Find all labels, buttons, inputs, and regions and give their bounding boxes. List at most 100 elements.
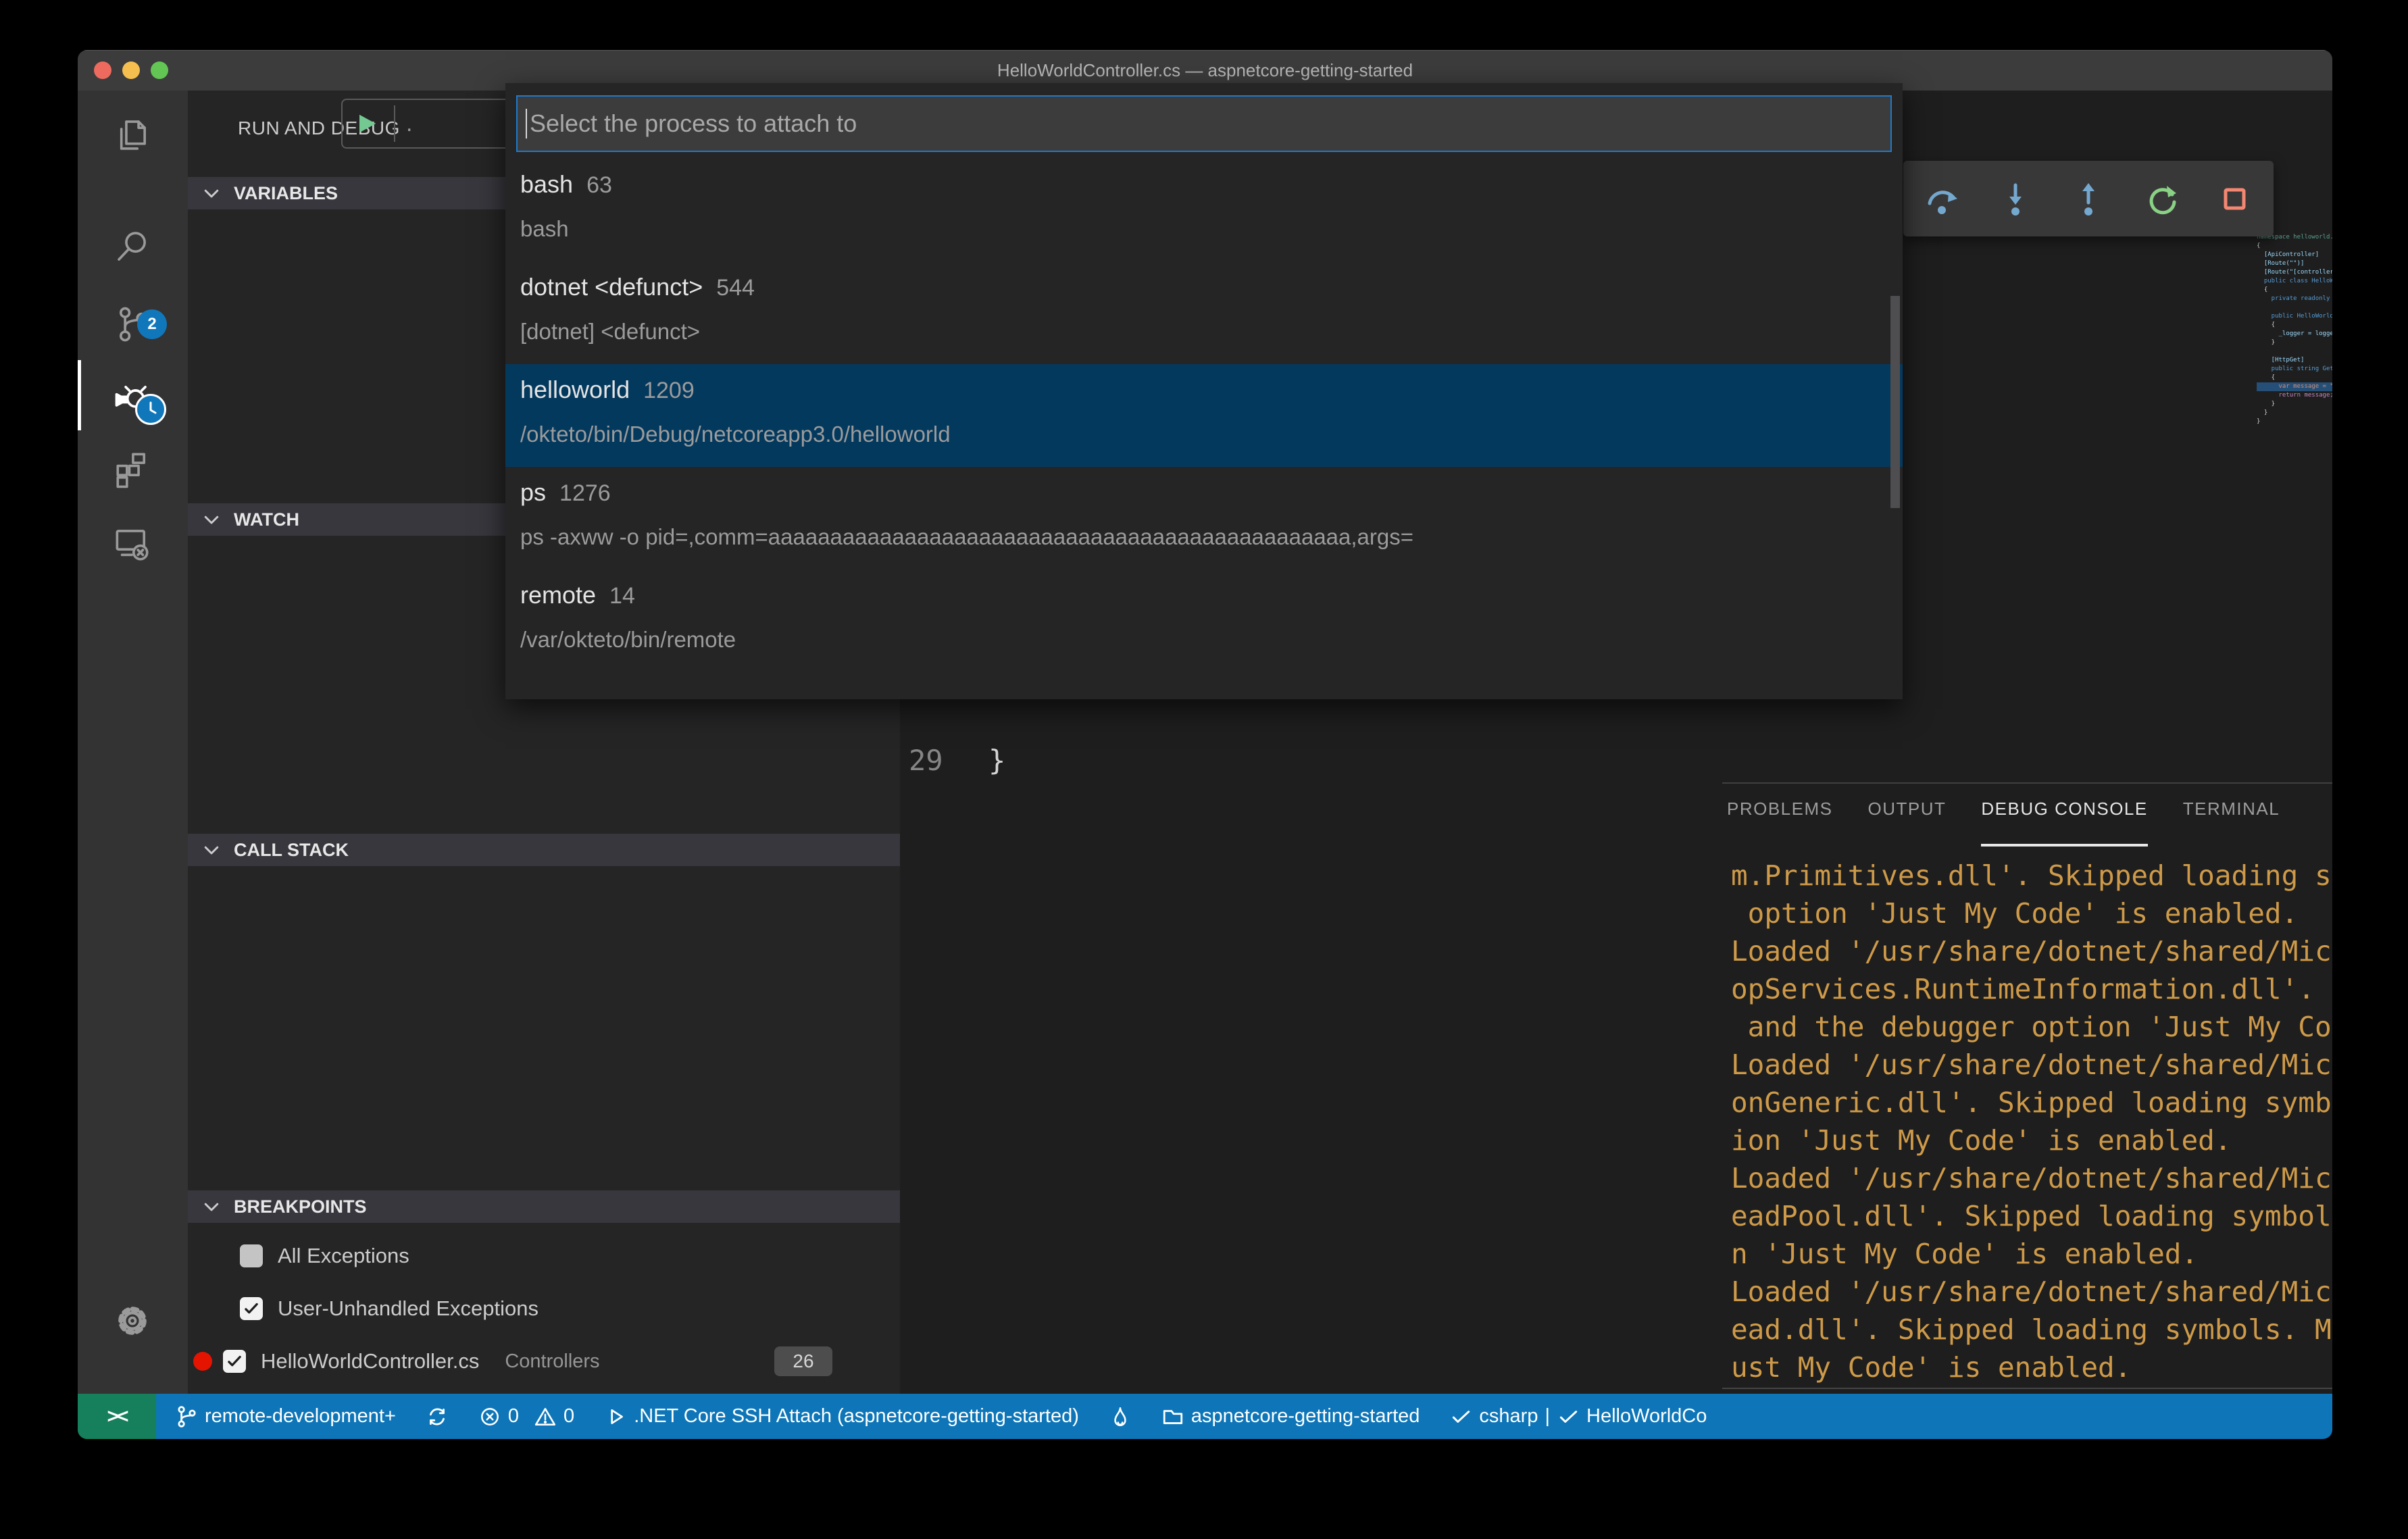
process-pid: 63 [586,172,612,198]
panel-tab-debug-console[interactable]: DEBUG CONSOLE [1981,799,2149,847]
checkbox-unchecked[interactable] [240,1244,263,1267]
console-line: Loaded '/usr/share/dotnet/shared/Microso… [1731,1276,2332,1308]
minimap-line: [ApiController] [2257,251,2319,258]
quickpick-input[interactable]: Select the process to attach to [516,95,1892,152]
stop-icon[interactable] [2215,180,2253,218]
start-debugging-icon [359,114,376,133]
console-line: option 'Just My Code' is enabled. [1731,897,2299,930]
branch-name: remote-development+ [205,1405,396,1427]
status-separator: | [1545,1405,1551,1427]
breakpoint-row[interactable]: All Exceptions [188,1239,900,1273]
extensions-icon[interactable] [111,448,154,491]
breakpoint-label: All Exceptions [278,1244,409,1267]
console-line: n 'Just My Code' is enabled. [1731,1238,2199,1270]
check-icon [1453,1410,1470,1423]
process-pid: 14 [609,583,635,609]
section-header-call-stack[interactable]: CALL STACK [188,834,900,866]
chevron-down-icon [204,189,219,198]
minimap-line: { [2257,322,2276,328]
process-description: ps -axww -o pid=,comm=aaaaaaaaaaaaaaaaaa… [520,524,1414,549]
process-name: ps [520,478,547,506]
maximize-window-button[interactable] [151,61,168,79]
console-line: Loaded '/usr/share/dotnet/shared/Microso… [1731,1162,2332,1194]
section-header-breakpoints[interactable]: BREAKPOINTS [188,1190,900,1223]
remote-indicator[interactable]: >< [78,1394,156,1439]
console-line: onGeneric.dll'. Skipped loading symbols.… [1731,1086,2332,1119]
breakpoint-label: User-Unhandled Exceptions [278,1296,538,1320]
bottom-panel: PROBLEMS OUTPUT DEBUG CONSOLE TERMINAL m.Pr… [1722,782,2332,1434]
error-count: 0 [507,1405,520,1427]
minimap-line: [Route("")] [2257,260,2305,267]
debug-console-output[interactable]: m.Primitives.dll'. Skipped loading symbo… [1731,857,2332,1388]
restart-icon[interactable] [2142,180,2180,218]
step-into-icon[interactable] [1997,180,2034,218]
process-description: /okteto/bin/Debug/netcoreapp3.0/hellowor… [520,422,951,447]
minimap-line: public HelloWorldController(ILogger<Hell… [2271,313,2332,320]
minimap[interactable]: namespace helloworld.Controllers{ [ApiCo… [2257,233,2332,426]
sync-icon [429,1408,445,1425]
minimap-line: public string Get() [2271,365,2332,372]
console-line: and the debugger option 'Just My Code' i… [1747,1011,2332,1043]
debug-play-icon [611,1409,624,1424]
debug-status-item[interactable]: .NET Core SSH Attach (aspnetcore-getting… [604,1405,1079,1428]
breakpoint-dot [193,1352,212,1371]
process-item[interactable]: remote 14/var/okteto/bin/remote [505,570,1903,672]
console-line: opServices.RuntimeInformation.dll'. Skip… [1731,973,2332,1005]
process-description: /var/okteto/bin/remote [520,627,736,652]
file-status-label: HelloWorldCo [1586,1405,1707,1427]
folder-icon [1163,1409,1183,1424]
search-icon[interactable] [111,225,154,268]
quickpick-scrollbar[interactable] [1890,296,1900,508]
minimap-line: } [2257,339,2276,346]
minimap-line: private readonly ILogger<HelloWorldContr… [2271,295,2330,302]
window-title: HelloWorldController.cs — aspnetcore-get… [997,59,1413,80]
branch-icon [178,1405,196,1428]
flame-status-item[interactable] [1109,1405,1132,1428]
errors-icon [480,1407,499,1426]
process-item[interactable]: ps 1276 ps -axww -o pid=,comm=aaaaaaaaaaaa… [505,467,1903,570]
debug-status-label: .NET Core SSH Attach (aspnetcore-getting… [634,1405,1079,1427]
remote-explorer-icon[interactable] [111,522,154,565]
process-description: bash [520,216,569,241]
minimize-window-button[interactable] [122,61,140,79]
breakpoint-row[interactable]: User-Unhandled Exceptions [188,1292,900,1326]
vscode-window: HelloWorldController.cs — aspnetcore-get… [78,50,2332,1439]
process-item[interactable]: helloworld 1209/okteto/bin/Debug/netcorea… [505,364,1903,467]
step-over-icon[interactable] [1924,180,1961,218]
minimap-line: return message; [2257,392,2333,399]
breakpoint-secondary-label: Controllers [505,1350,600,1372]
close-window-button[interactable] [94,61,111,79]
process-name: helloworld [520,376,630,403]
breakpoint-row[interactable]: HelloWorldController.cs Controllers 26 [188,1344,900,1378]
branch-status-item[interactable]: remote-development+ [175,1405,396,1428]
language-status-item[interactable]: csharp | HelloWorldCo [1449,1405,1707,1428]
panel-tab-problems[interactable]: PROBLEMS [1727,799,1833,832]
checkbox-checked[interactable] [240,1297,263,1320]
minimap-line: _logger = logger; [2278,330,2333,337]
panel-tab-terminal[interactable]: TERMINAL [2183,799,2280,832]
explorer-icon[interactable] [111,113,154,157]
panel-tab-output[interactable]: OUTPUT [1868,799,1947,832]
process-pid: 544 [716,275,755,301]
process-item[interactable]: dotnet <defunct> 544 [dotnet] <defunct> [505,261,1903,364]
checkbox-checked[interactable] [223,1350,246,1373]
step-out-icon[interactable] [2070,180,2107,218]
folder-name: aspnetcore-getting-started [1190,1405,1420,1427]
console-line: ust My Code' is enabled. [1731,1351,2132,1384]
check-icon [1559,1410,1578,1423]
minimap-line: { [2257,243,2261,249]
settings-gear-icon[interactable] [111,1299,154,1342]
process-name: remote [520,581,597,609]
debug-launch-button-group[interactable]: . [341,99,513,149]
minimap-line: { [2257,286,2268,293]
chevron-down-icon [204,515,219,524]
process-item[interactable]: bash 63 bash [505,159,1903,261]
problems-status-item[interactable]: 0 0 [478,1405,574,1428]
sync-status-item[interactable] [426,1405,449,1428]
minimap-line [2257,303,2332,312]
minimap-line: [HttpGet] [2257,357,2305,363]
minimap-line: [Route("[controller]")] [2263,269,2332,276]
folder-status-item[interactable]: aspnetcore-getting-started [1161,1405,1420,1428]
process-description: [dotnet] <defunct> [520,319,701,344]
minimap-line: } [2257,418,2261,425]
